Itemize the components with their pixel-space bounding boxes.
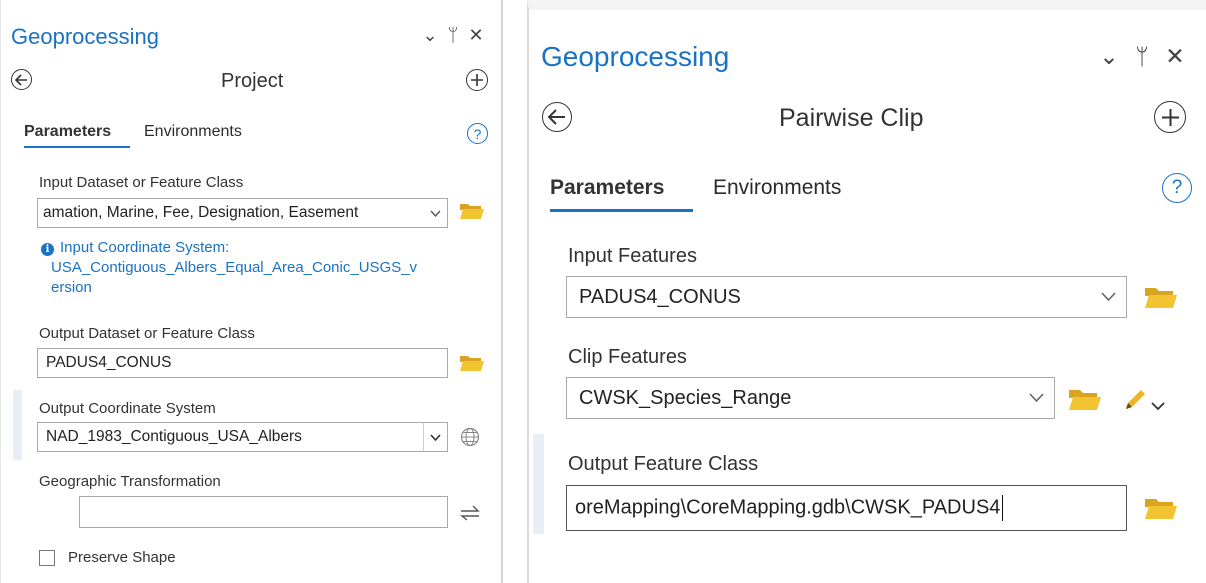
pin-icon[interactable]: ᛘ xyxy=(441,25,465,46)
chevron-down-icon xyxy=(1019,389,1054,407)
geoprocessing-panel-pairwise-clip: Geoprocessing ⌄ ᛘ ✕ Pairwise Clip Parame… xyxy=(527,0,1206,583)
clip-features-dropdown[interactable]: CWSK_Species_Range xyxy=(566,377,1055,419)
preserve-shape-checkbox[interactable] xyxy=(39,550,55,566)
tab-parameters[interactable]: Parameters xyxy=(550,176,664,200)
tab-parameters[interactable]: Parameters xyxy=(24,123,111,141)
help-icon[interactable]: ? xyxy=(467,123,488,144)
collapse-chevron-icon[interactable]: ⌄ xyxy=(1093,43,1125,70)
input-features-label: Input Features xyxy=(568,245,697,267)
tab-environments[interactable]: Environments xyxy=(144,123,242,141)
browse-folder-icon[interactable] xyxy=(459,353,485,378)
active-tab-underline xyxy=(550,209,693,212)
swap-arrows-icon[interactable] xyxy=(460,505,480,526)
geographic-transformation-label: Geographic Transformation xyxy=(39,473,221,490)
close-icon[interactable]: ✕ xyxy=(1159,43,1191,70)
active-parameter-indicator xyxy=(533,434,544,534)
browse-folder-icon[interactable] xyxy=(1144,284,1178,315)
pin-icon[interactable]: ᛘ xyxy=(1125,43,1159,70)
browse-folder-icon[interactable] xyxy=(1068,386,1102,417)
globe-icon[interactable] xyxy=(460,427,480,452)
coordinate-system-info: i Input Coordinate System: USA_Contiguous… xyxy=(41,238,417,298)
collapse-chevron-icon[interactable]: ⌄ xyxy=(419,25,441,46)
create-features-pencil-icon[interactable] xyxy=(1122,387,1148,418)
info-icon: i xyxy=(41,243,54,256)
tool-name: Pairwise Clip xyxy=(779,104,924,132)
chevron-down-icon xyxy=(424,204,447,222)
input-dataset-label: Input Dataset or Feature Class xyxy=(39,174,244,191)
browse-folder-icon[interactable] xyxy=(1144,495,1178,526)
tool-name: Project xyxy=(221,70,284,92)
add-icon[interactable] xyxy=(466,69,488,91)
panel-title: Geoprocessing xyxy=(11,24,159,49)
back-icon[interactable] xyxy=(542,102,572,132)
geographic-transformation-input[interactable] xyxy=(79,496,448,528)
chevron-down-icon xyxy=(1091,288,1126,306)
back-icon[interactable] xyxy=(11,69,32,90)
geoprocessing-panel-project: Geoprocessing ⌄ ᛘ ✕ Project Parameters E… xyxy=(0,0,503,583)
output-feature-class-label: Output Feature Class xyxy=(568,453,759,475)
output-dataset-label: Output Dataset or Feature Class xyxy=(39,325,255,342)
browse-folder-icon[interactable] xyxy=(459,201,485,226)
chevron-down-icon xyxy=(423,423,447,451)
add-icon[interactable] xyxy=(1154,101,1186,133)
clip-features-label: Clip Features xyxy=(568,346,687,368)
active-tab-underline xyxy=(24,146,130,148)
preserve-shape-label: Preserve Shape xyxy=(68,549,176,566)
output-coordinate-system-label: Output Coordinate System xyxy=(39,400,216,417)
help-icon[interactable]: ? xyxy=(1162,173,1192,203)
input-dataset-dropdown[interactable]: amation, Marine, Fee, Designation, Easem… xyxy=(37,198,448,228)
input-features-dropdown[interactable]: PADUS4_CONUS xyxy=(566,276,1127,318)
panel-title: Geoprocessing xyxy=(541,41,730,72)
text-cursor xyxy=(1002,495,1004,521)
active-parameter-indicator xyxy=(13,390,22,460)
output-dataset-input[interactable]: PADUS4_CONUS xyxy=(37,348,448,378)
close-icon[interactable]: ✕ xyxy=(465,25,487,46)
output-feature-class-input[interactable]: oreMapping\CoreMapping.gdb\CWSK_PADUS4 xyxy=(566,485,1127,531)
window-controls: ⌄ ᛘ ✕ xyxy=(1093,43,1191,70)
tab-environments[interactable]: Environments xyxy=(713,176,841,200)
window-controls: ⌄ ᛘ ✕ xyxy=(419,25,487,46)
output-coordinate-system-dropdown[interactable]: NAD_1983_Contiguous_USA_Albers xyxy=(37,422,448,452)
chevron-down-icon[interactable] xyxy=(1151,398,1165,416)
